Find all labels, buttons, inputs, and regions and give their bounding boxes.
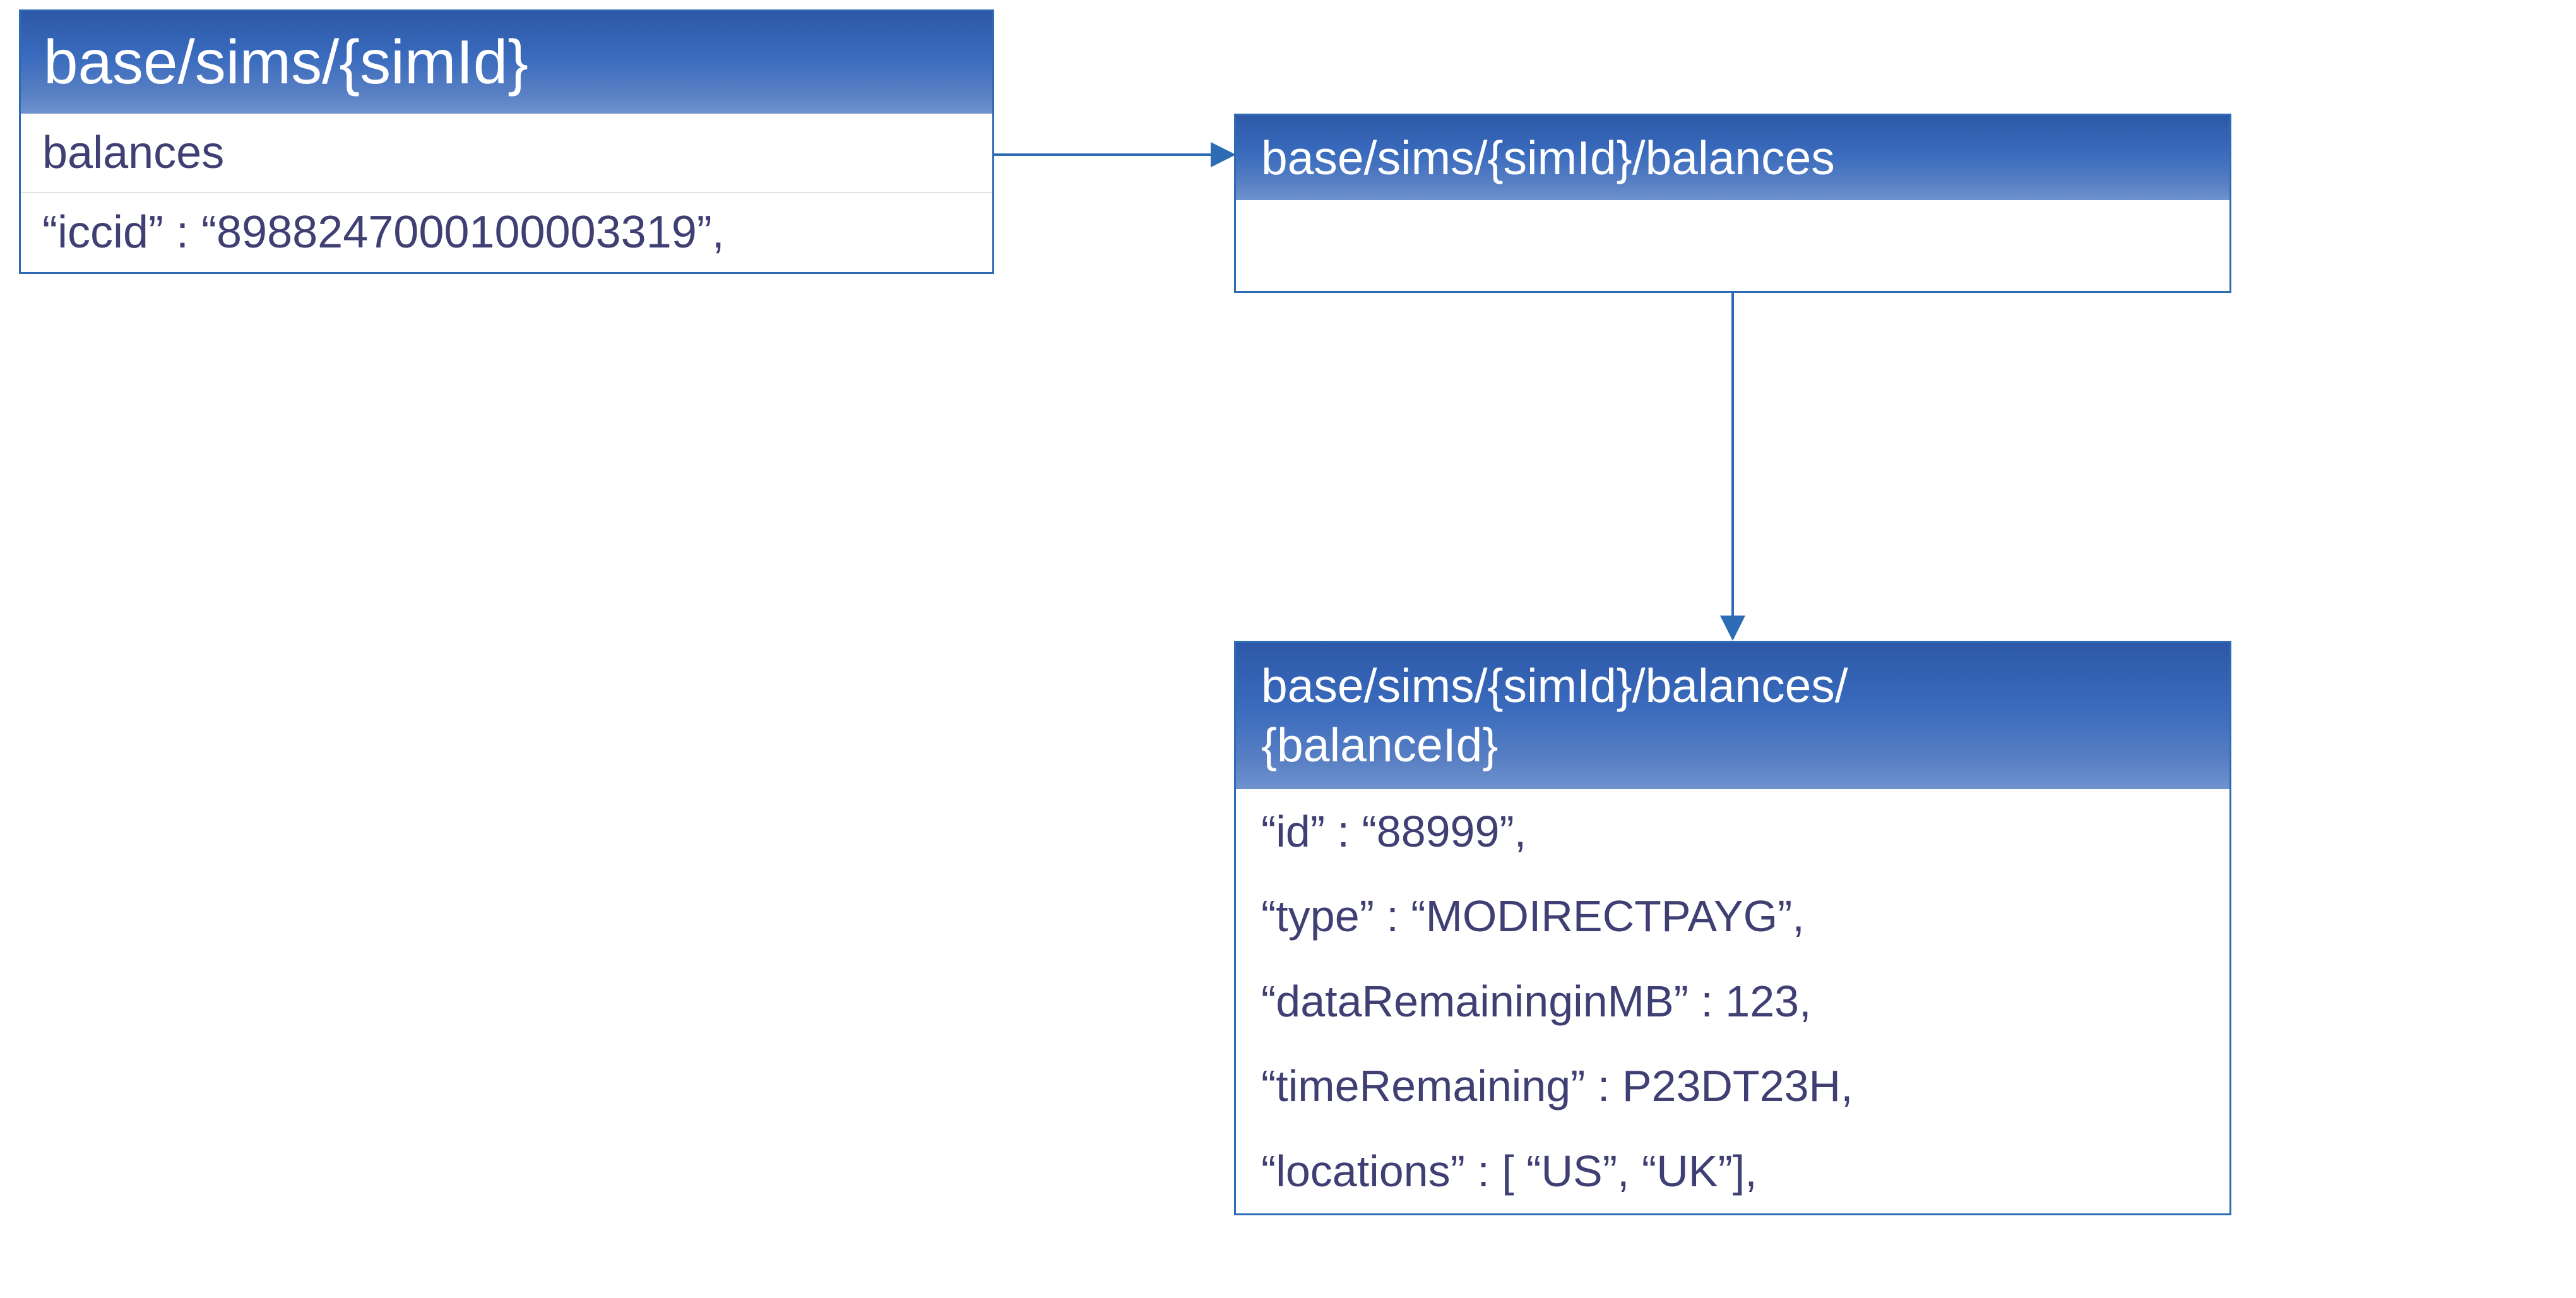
arrow-box1-to-box2-head [1211,142,1236,167]
node-balance-id-row-type: “type” : “MODIRECTPAYG”, [1236,874,2229,959]
node-balances: base/sims/{simId}/balances [1234,114,2231,293]
node-balance-id-row-dataremaining: “dataRemaininginMB” : 123, [1236,959,2229,1044]
node-sim-title: base/sims/{simId} [21,11,992,114]
node-balance-id-title: base/sims/{simId}/balances/ {balanceId} [1236,643,2229,789]
node-sim-row-iccid: “iccid” : “8988247000100003319”, [21,193,992,272]
node-balance-id-row-id: “id” : “88999”, [1236,789,2229,874]
node-balance-id-row-timeremaining: “timeRemaining” : P23DT23H, [1236,1044,2229,1129]
node-balances-title: base/sims/{simId}/balances [1236,116,2229,200]
node-balance-id-row-locations: “locations” : [ “US”, “UK”], [1236,1129,2229,1214]
arrow-box2-to-box3-head [1720,616,1745,641]
node-balance-id: base/sims/{simId}/balances/ {balanceId} … [1234,641,2231,1215]
node-sim: base/sims/{simId} balances “iccid” : “89… [19,9,994,274]
node-balances-empty-row [1236,200,2229,291]
node-sim-row-balances: balances [21,114,992,193]
